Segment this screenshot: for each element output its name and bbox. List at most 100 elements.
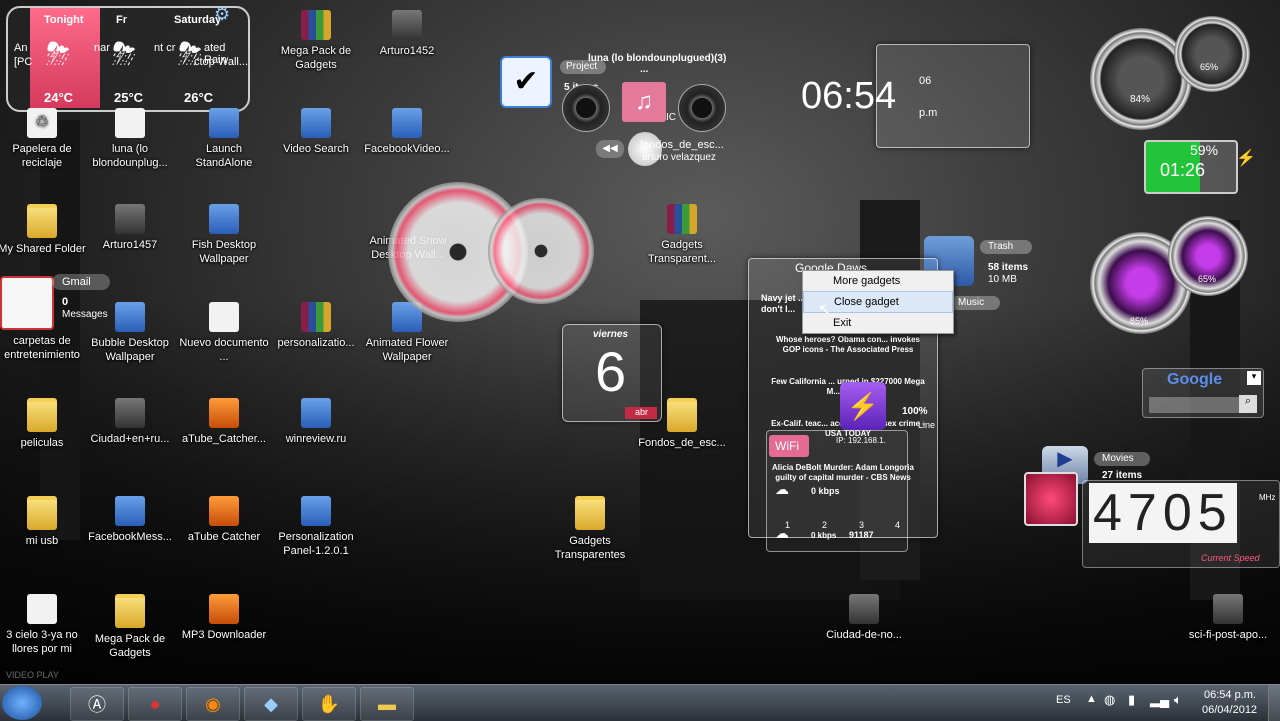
menu-item-more-gadgets[interactable]: More gadgets	[803, 271, 953, 291]
desktop-icon[interactable]: My Shared Folder	[0, 204, 90, 256]
gmail-gadget[interactable]: Gmail 0 Messages	[0, 272, 112, 330]
app-icon	[115, 302, 145, 332]
photo-icon	[849, 594, 879, 624]
taskbar-app-button[interactable]: ◆	[244, 687, 298, 721]
desktop-icon[interactable]: Gadgets Transparent...	[634, 204, 730, 266]
google-search-gadget[interactable]: Google ▾ ⌕	[1142, 368, 1264, 418]
track-title: luna (lo blondounplugued)(3)	[588, 53, 727, 64]
gmail-count: 0	[62, 296, 69, 308]
taskbar-app-button[interactable]: Ⓐ	[70, 687, 124, 721]
trash-items: 58 items	[988, 262, 1029, 273]
music-tag[interactable]: Music	[950, 296, 1000, 310]
desktop-icon[interactable]: Arturo1457	[82, 204, 178, 252]
desktop-icon[interactable]: luna (lo blondounplug...	[82, 108, 178, 170]
hidden-icon-label: ctop Wall...	[194, 56, 248, 68]
taskbar-date[interactable]: 06/04/2012	[1202, 704, 1257, 716]
wrench-icon[interactable]: ⚙	[214, 4, 230, 25]
taskbar-app-button[interactable]: ▬	[360, 687, 414, 721]
page-4-button[interactable]: 4	[895, 520, 900, 530]
desktop-icon[interactable]: aTube_Catcher...	[176, 398, 272, 446]
desktop-icon[interactable]: sci-fi-post-apo...	[1180, 594, 1276, 642]
memory-meter-small[interactable]: 65%	[1168, 216, 1248, 296]
desktop-icon[interactable]: Mega Pack de Gadgets	[268, 10, 364, 72]
desktop-icon[interactable]: personalizatio...	[268, 302, 364, 350]
wifi-label: WiFi	[775, 439, 799, 453]
battery-gadget[interactable]: 59% 01:26 ⚡	[1144, 140, 1256, 194]
desktop-icon[interactable]: aTube Catcher	[176, 496, 272, 544]
weather-gadget[interactable]: Tonight Fr Saturday ⛈ ⛈ ⛈ 24°C 25°C 26°C…	[6, 4, 250, 112]
desktop-icon[interactable]: Mega Pack de Gadgets	[82, 594, 178, 660]
speaker-icon	[678, 84, 726, 132]
weather-day-2: Fr	[116, 14, 127, 26]
power-gadget[interactable]: ⚡ 100% IP: 192.168.1. Line	[836, 382, 946, 445]
page-1-button[interactable]: 1	[785, 520, 790, 530]
page-3-button[interactable]: 3	[859, 520, 864, 530]
desktop-icon[interactable]: FacebookVideo...	[359, 108, 455, 156]
photo-icon	[392, 10, 422, 40]
weather-temp-2: 25°C	[114, 90, 144, 105]
gmail-label: Messages	[62, 309, 108, 320]
media-player-gadget[interactable]: Project luna (lo blondounplugued)(3) ...…	[560, 52, 734, 168]
desktop-icon[interactable]: ♲ Papelera de reciclaje	[0, 108, 90, 170]
clock-gadget[interactable]: 06:54 06 p.m	[801, 44, 1030, 148]
desktop-icon[interactable]: 3 cielo 3-ya no llores por mi	[0, 594, 90, 656]
tray-expand-icon[interactable]: ▲	[1086, 693, 1097, 705]
desktop-icon[interactable]: Ciudad+en+ru...	[82, 398, 178, 446]
start-button[interactable]	[2, 686, 42, 720]
network-icon[interactable]: ◍	[1104, 692, 1115, 708]
checkmark-icon: ✔	[513, 65, 539, 98]
app-icon: ◆	[264, 693, 278, 714]
taskbar-app-button[interactable]: ✋	[302, 687, 356, 721]
speedometer-small[interactable]	[488, 198, 594, 304]
taskbar-time[interactable]: 06:54 p.m.	[1204, 689, 1256, 701]
clock-hour: 06	[919, 75, 932, 87]
signal-icon[interactable]: ▂▄	[1150, 692, 1169, 708]
show-desktop-button[interactable]	[1268, 685, 1280, 721]
music-label: Music	[958, 297, 985, 308]
desktop-icon[interactable]: mi usb	[0, 496, 90, 548]
weather-temp-3: 26°C	[184, 90, 214, 105]
folder-icon	[115, 594, 145, 628]
taskbar-app-button[interactable]: ◉	[186, 687, 240, 721]
atube-catcher-icon: ✋	[317, 693, 341, 714]
desktop-icon[interactable]: Launch StandAlone	[176, 108, 272, 170]
desktop-icon[interactable]: Arturo1452	[359, 10, 455, 58]
taskbar-app-button[interactable]: ●	[128, 687, 182, 721]
mp3-file-icon	[27, 594, 57, 624]
desktop-icon[interactable]: Fish Desktop Wallpaper	[176, 204, 272, 266]
battery-tray-icon[interactable]: ▮	[1128, 692, 1135, 708]
desktop-icon[interactable]: winreview.ru	[268, 398, 364, 446]
cpu-speed-gadget[interactable]: 4705 MHz Current Speed	[1082, 480, 1280, 568]
folder-icon	[575, 496, 605, 530]
desktop-icon[interactable]: Ciudad-de-no...	[816, 594, 912, 642]
volume-icon[interactable]: 🔈︎	[1174, 692, 1182, 708]
desktop-icon[interactable]: carpetas de entretenimiento	[0, 334, 90, 362]
hidden-icon-label: An	[14, 42, 28, 54]
flower-thumbnail[interactable]	[1024, 472, 1078, 526]
checkbox-gadget[interactable]: ✔	[500, 56, 552, 108]
language-indicator[interactable]: ES	[1056, 694, 1071, 706]
gmail-title: Gmail	[62, 276, 91, 288]
desktop-icon[interactable]: Video Search	[268, 108, 364, 156]
calendar-month: abr	[635, 407, 649, 417]
desktop-icon[interactable]: Nuevo documento ...	[176, 302, 272, 364]
desktop-icon[interactable]: Gadgets Transparentes	[542, 496, 638, 562]
dropdown-arrow-icon[interactable]: ▾	[1247, 371, 1261, 385]
news-headline[interactable]: Whose heroes? Obama con... invokes GOP i…	[771, 335, 925, 355]
storm-cloud-icon: ⛈	[112, 38, 136, 71]
google-search-input[interactable]	[1149, 397, 1239, 413]
page-2-button[interactable]: 2	[822, 520, 827, 530]
desktop-icon[interactable]: MP3 Downloader	[176, 594, 272, 642]
search-icon[interactable]: ⌕	[1239, 395, 1257, 413]
file-icon	[115, 108, 145, 138]
hidden-icon-label: nt cr	[154, 42, 176, 54]
prev-track-button[interactable]: ◀◀	[596, 140, 624, 158]
desktop-icon[interactable]: FacebookMess...	[82, 496, 178, 544]
desktop-icon[interactable]: Personalization Panel-1.2.0.1	[268, 496, 364, 558]
track-subtitle: ...	[640, 64, 649, 75]
calendar-gadget[interactable]: viernes 6 abr	[562, 324, 662, 422]
desktop-icon[interactable]: peliculas	[0, 398, 90, 450]
network-gadget[interactable]: WiFi ☁ 0 kbps ☁ 0 kbps 1 2 3 4 91187	[766, 430, 908, 552]
cpu-meter-small[interactable]: 65%	[1174, 16, 1250, 92]
folder-icon	[27, 398, 57, 432]
